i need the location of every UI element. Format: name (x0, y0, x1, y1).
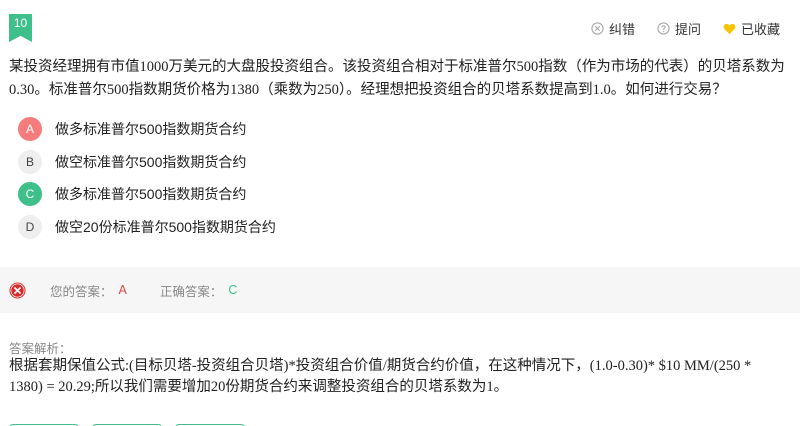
ask-question-button[interactable]: 提问 (657, 19, 701, 38)
question-actions: 纠错 提问 已收藏 (591, 19, 780, 38)
close-circle-icon (591, 22, 604, 35)
question-text: 某投资经理拥有市值1000万美元的大盘股投资组合。该投资组合相对于标准普尔500… (9, 59, 785, 98)
question-number-badge: 10 (9, 14, 32, 42)
option-c[interactable]: C 做多标准普尔500指数期货合约 (18, 178, 276, 211)
analysis-text: 根据套期保值公式:(目标贝塔-投资组合贝塔)*投资组合价值/期货合约价值，在这种… (9, 358, 752, 395)
option-c-text: 做多标准普尔500指数期货合约 (55, 186, 247, 203)
correct-answer-value: C (228, 283, 238, 297)
option-a[interactable]: A 做多标准普尔500指数期货合约 (18, 113, 276, 146)
option-c-letter: C (18, 182, 42, 207)
option-b-text: 做空标准普尔500指数期货合约 (55, 153, 247, 170)
heart-icon (723, 23, 736, 34)
favorite-button[interactable]: 已收藏 (723, 19, 780, 38)
report-error-label: 纠错 (608, 22, 635, 37)
option-a-letter: A (18, 117, 42, 142)
option-b-letter: B (18, 149, 42, 174)
ask-question-label: 提问 (674, 22, 701, 37)
your-answer-value: A (118, 283, 127, 297)
option-a-text: 做多标准普尔500指数期货合约 (55, 121, 247, 138)
correct-answer-label: 正确答案： (159, 284, 223, 299)
option-d[interactable]: D 做空20份标准普尔500指数期货合约 (18, 211, 276, 244)
report-error-button[interactable]: 纠错 (591, 19, 635, 38)
option-d-text: 做空20份标准普尔500指数期货合约 (55, 218, 276, 235)
option-d-letter: D (18, 214, 42, 239)
option-b[interactable]: B 做空标准普尔500指数期货合约 (18, 146, 276, 179)
favorite-label: 已收藏 (740, 22, 780, 37)
answer-result-bar: 您的答案： A 正确答案： C (0, 267, 800, 313)
question-circle-icon (657, 22, 670, 35)
wrong-answer-icon (9, 281, 26, 299)
analysis-title: 答案解析： (9, 342, 72, 356)
options-list: A 做多标准普尔500指数期货合约 B 做空标准普尔500指数期货合约 C 做多… (18, 113, 276, 243)
your-answer-label: 您的答案： (50, 284, 113, 299)
